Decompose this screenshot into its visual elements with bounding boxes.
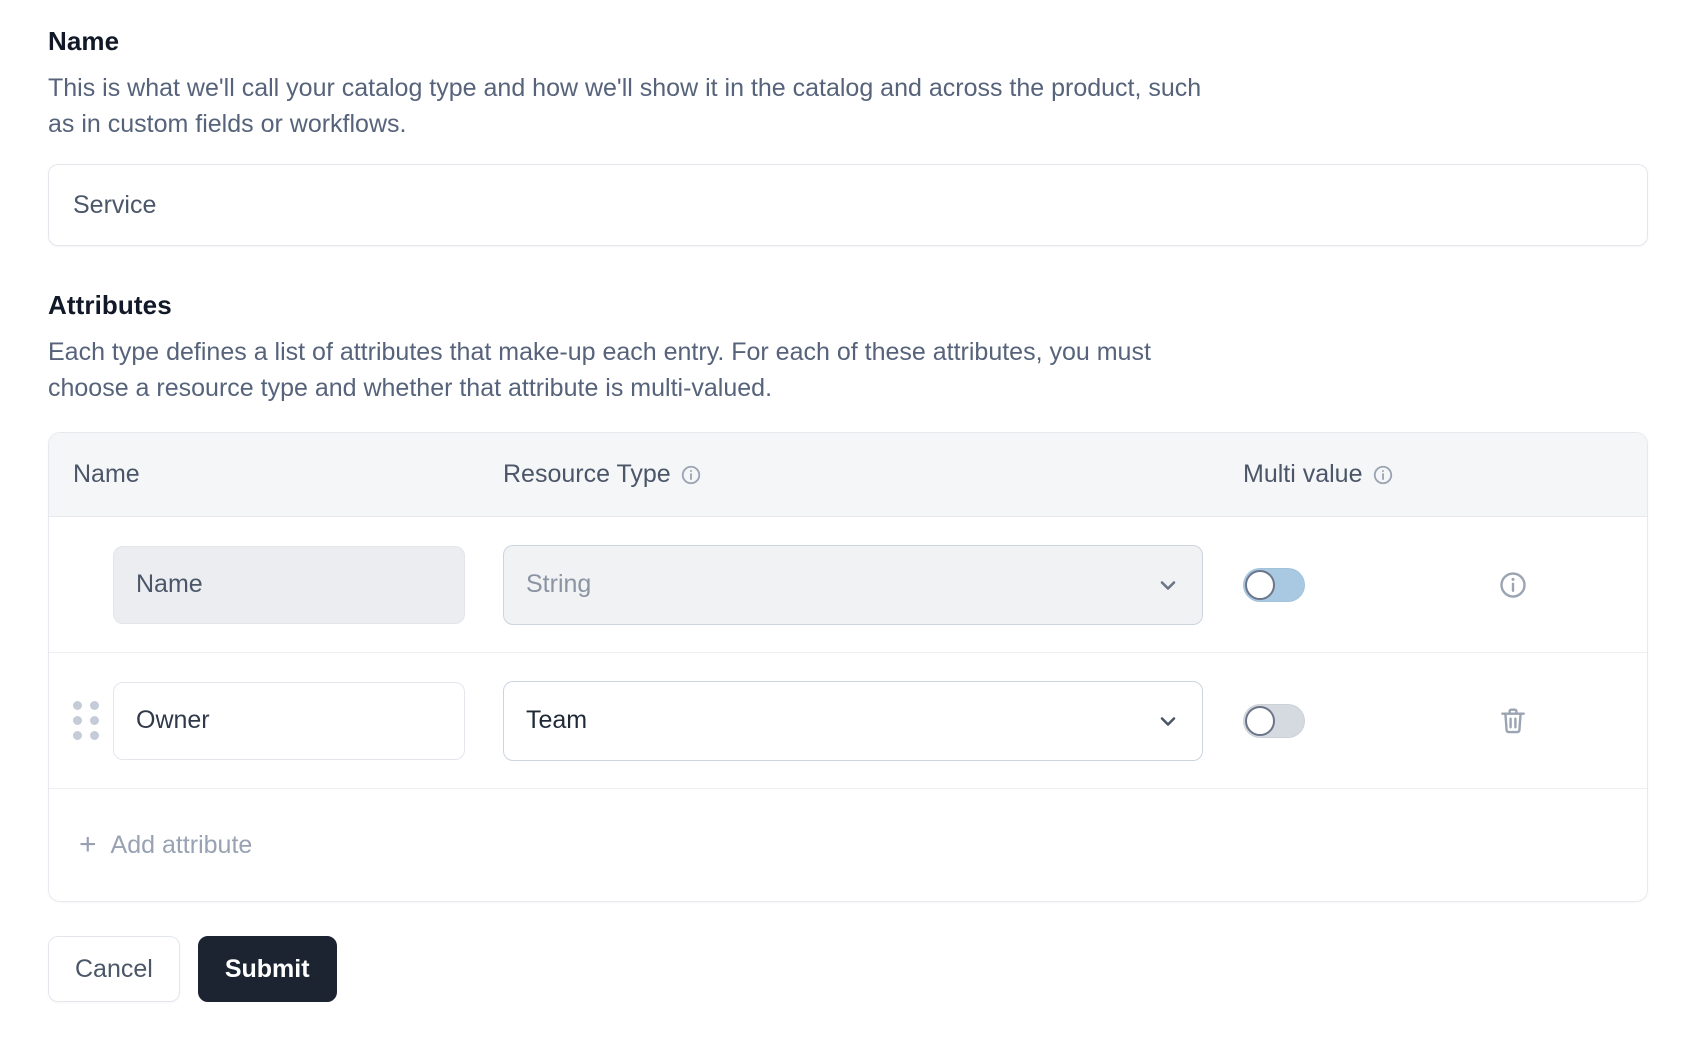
add-attribute-row: + Add attribute (49, 789, 1647, 902)
table-row: String (49, 517, 1647, 654)
attribute-action-cell (1483, 565, 1623, 605)
attribute-name-cell (73, 681, 503, 760)
attributes-section: Attributes Each type defines a list of a… (48, 290, 1708, 903)
attribute-resource-type-cell: String (503, 544, 1243, 625)
form-footer: Cancel Submit (48, 936, 1708, 1003)
attributes-section-description: Each type defines a list of attributes t… (48, 338, 1151, 402)
column-header-resource-type: Resource Type (503, 460, 1243, 489)
column-header-multi-value: Multi value (1243, 460, 1483, 489)
add-attribute-label: Add attribute (110, 830, 253, 859)
attributes-table-header: Name Resource Type Multi value (49, 433, 1647, 518)
attributes-table: Name Resource Type Multi value Name Stri… (48, 432, 1648, 903)
attribute-name-input (113, 545, 465, 624)
attribute-name-input[interactable] (113, 681, 465, 760)
column-header-name-label: Name (73, 460, 140, 489)
name-section-description: This is what we'll call your catalog typ… (48, 74, 1202, 138)
name-section-label: Name (48, 26, 120, 56)
toggle-knob (1245, 569, 1275, 600)
name-input-wrapper (48, 164, 1648, 247)
column-header-resource-type-label: Resource Type (503, 460, 671, 489)
resource-type-select: String (503, 544, 1203, 625)
add-attribute-button[interactable]: + Add attribute (73, 830, 258, 860)
plus-icon: + (79, 828, 97, 862)
info-icon[interactable] (1493, 565, 1533, 605)
toggle-knob (1245, 705, 1275, 736)
resource-type-value: String (526, 570, 592, 599)
attributes-section-label: Attributes (48, 290, 172, 321)
multi-value-toggle[interactable] (1243, 567, 1305, 602)
resource-type-value: Team (526, 706, 588, 735)
attribute-multi-value-cell (1243, 567, 1483, 602)
attribute-name-cell (73, 545, 503, 624)
chevron-down-icon (1156, 573, 1180, 597)
drag-handle-icon[interactable] (73, 701, 99, 741)
catalog-type-form: Name This is what we'll call your catalo… (0, 0, 1708, 1056)
trash-icon[interactable] (1493, 701, 1533, 741)
resource-type-select[interactable]: Team (503, 680, 1203, 761)
catalog-type-name-input[interactable] (48, 164, 1648, 247)
table-row: Team (49, 653, 1647, 790)
column-header-name: Name (73, 460, 503, 489)
cancel-button[interactable]: Cancel (48, 936, 180, 1003)
attribute-action-cell (1483, 701, 1623, 741)
multi-value-toggle[interactable] (1243, 703, 1305, 738)
chevron-down-icon (1156, 709, 1180, 733)
info-icon[interactable] (680, 464, 702, 486)
info-icon[interactable] (1372, 464, 1394, 486)
attribute-multi-value-cell (1243, 703, 1483, 738)
name-section: Name This is what we'll call your catalo… (48, 26, 1708, 247)
column-header-multi-value-label: Multi value (1243, 460, 1363, 489)
attribute-resource-type-cell: Team (503, 680, 1243, 761)
submit-button[interactable]: Submit (197, 936, 337, 1003)
